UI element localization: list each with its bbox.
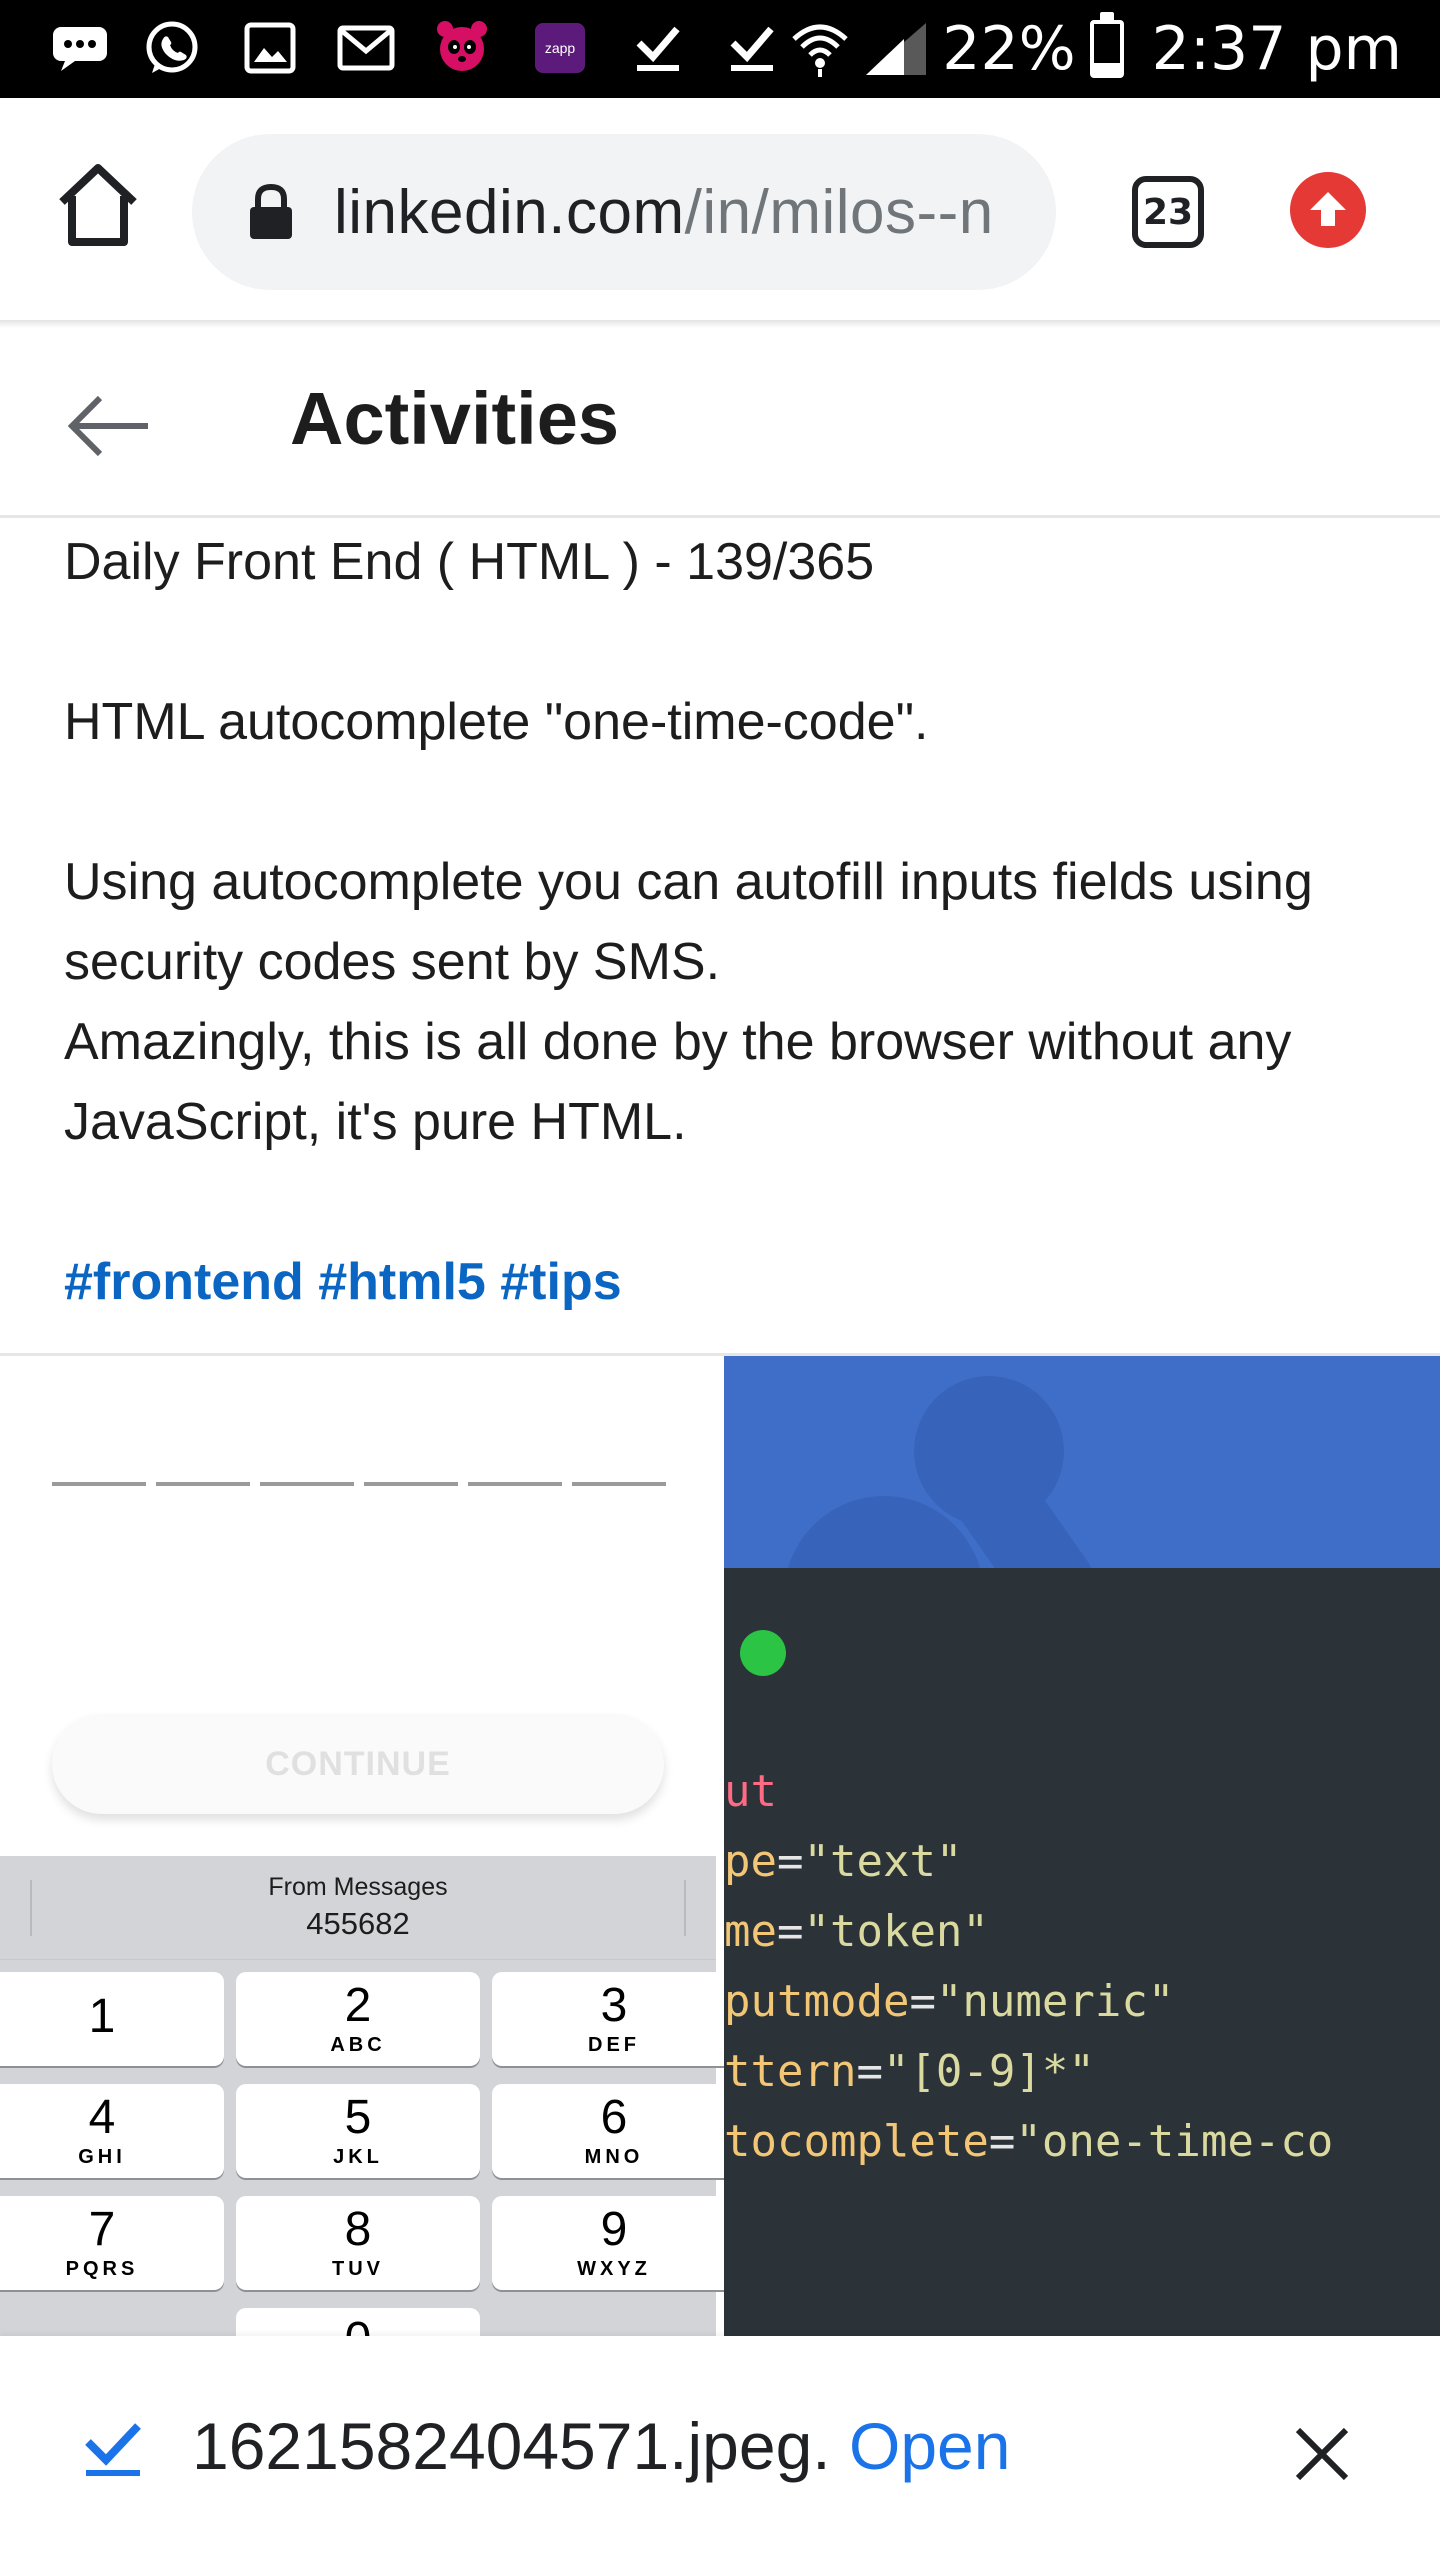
code-banner <box>724 1356 1440 1568</box>
keypad-key: 0 <box>236 2308 480 2336</box>
cell-signal-icon <box>866 23 927 75</box>
keyboard-mock: From Messages 455682 1 2 ABC 3 DEF 4 GHI 5J… <box>0 1856 724 2336</box>
otp-slot <box>156 1482 250 1486</box>
download-done-icon <box>722 20 782 76</box>
keypad-key: 1 <box>0 1972 224 2066</box>
url-path: /in/milos--n <box>684 177 994 247</box>
home-button[interactable] <box>52 160 144 252</box>
post-text: Daily Front End ( HTML ) - 139/365 HTML … <box>64 522 1394 1322</box>
download-filename: 1621582404571.jpeg. <box>192 2409 831 2483</box>
url-host: linkedin.com <box>334 177 685 247</box>
gallery-icon <box>240 20 300 76</box>
otp-suggestion: From Messages 455682 <box>0 1856 716 1960</box>
zapp-label: zapp <box>535 23 585 73</box>
zapp-icon: zapp <box>530 20 590 76</box>
post-line-body: Using autocomplete you can autofill inpu… <box>64 853 1313 991</box>
otp-slot <box>52 1482 146 1486</box>
chat-bubble-icon <box>50 20 110 76</box>
keypad-key: 2 ABC <box>236 1972 480 2066</box>
otp-slot <box>468 1482 562 1486</box>
keypad-key: 9 WXYZ <box>492 2196 724 2290</box>
download-done-icon <box>628 20 688 76</box>
battery-percentage: 22% <box>942 14 1076 84</box>
browser-toolbar: linkedin.com/in/milos--n 23 <box>0 98 1440 326</box>
foodpanda-icon <box>432 20 492 76</box>
page-header: Activities <box>0 328 1440 518</box>
download-message: 1621582404571.jpeg. Open <box>192 2408 1010 2484</box>
suggestion-source: From Messages <box>268 1873 448 1901</box>
code-line: pe="text" <box>724 1836 963 1887</box>
otp-slot <box>260 1482 354 1486</box>
lock-icon <box>250 183 292 239</box>
post-line-subtitle: HTML autocomplete "one-time-code". <box>64 693 929 751</box>
otp-slot <box>572 1482 666 1486</box>
tab-count: 23 <box>1142 191 1194 233</box>
code-line: tocomplete="one-time-co <box>724 2116 1334 2167</box>
status-right: 22% 2:37 pm <box>790 0 1402 98</box>
code-line: me="token" <box>724 1906 989 1957</box>
keypad-key: 6 MNO <box>492 2084 724 2178</box>
post-image[interactable]: CONTINUE From Messages 455682 1 2 ABC 3 DE… <box>0 1356 1440 2336</box>
status-bar: zapp 22% 2:37 pm <box>0 0 1440 98</box>
gmail-icon <box>336 20 396 76</box>
battery-icon <box>1089 12 1124 78</box>
url-text: linkedin.com/in/milos--n <box>334 177 994 248</box>
arrow-left-icon <box>67 395 148 457</box>
otp-slot <box>364 1482 458 1486</box>
back-button[interactable] <box>62 390 158 462</box>
keypad-key: 5 JKL <box>236 2084 480 2178</box>
post-line-title: Daily Front End ( HTML ) - 139/365 <box>64 533 875 591</box>
code-line: putmode="numeric" <box>724 1976 1175 2027</box>
code-snippet: ut pe="text" me="token" putmode="numeric… <box>724 1356 1440 2336</box>
download-bar: 1621582404571.jpeg. Open <box>0 2336 1440 2560</box>
keypad-key: 4 GHI <box>0 2084 224 2178</box>
continue-button-mock: CONTINUE <box>52 1714 664 1814</box>
toolbar-shadow <box>0 320 1440 328</box>
open-download-link[interactable]: Open <box>849 2409 1010 2483</box>
clock: 2:37 pm <box>1151 14 1402 84</box>
keypad-key: 8 TUV <box>236 2196 480 2290</box>
whatsapp-icon <box>142 20 202 76</box>
arrow-up-icon <box>1310 192 1346 226</box>
tab-switcher-button[interactable]: 23 <box>1132 176 1204 248</box>
code-line: ut <box>724 1766 777 1817</box>
keypad-key: 7 PQRS <box>0 2196 224 2290</box>
post-line-body: Amazingly, this is all done by the brows… <box>64 1013 1292 1151</box>
home-icon <box>59 164 137 246</box>
suggestion-code: 455682 <box>306 1906 410 1941</box>
keypad-key: 3 DEF <box>492 1972 724 2066</box>
download-complete-icon <box>85 2423 141 2476</box>
phone-mockup: CONTINUE From Messages 455682 1 2 ABC 3 DE… <box>0 1356 724 2336</box>
code-line: ttern="[0-9]*" <box>724 2046 1095 2097</box>
close-icon[interactable] <box>1292 2424 1352 2484</box>
page-title: Activities <box>290 377 620 460</box>
update-button[interactable] <box>1290 172 1366 248</box>
window-dot <box>740 1630 786 1676</box>
wifi-icon <box>792 24 848 77</box>
post-hashtags[interactable]: #frontend #html5 #tips <box>64 1242 1394 1322</box>
address-bar[interactable]: linkedin.com/in/milos--n <box>192 134 1056 290</box>
